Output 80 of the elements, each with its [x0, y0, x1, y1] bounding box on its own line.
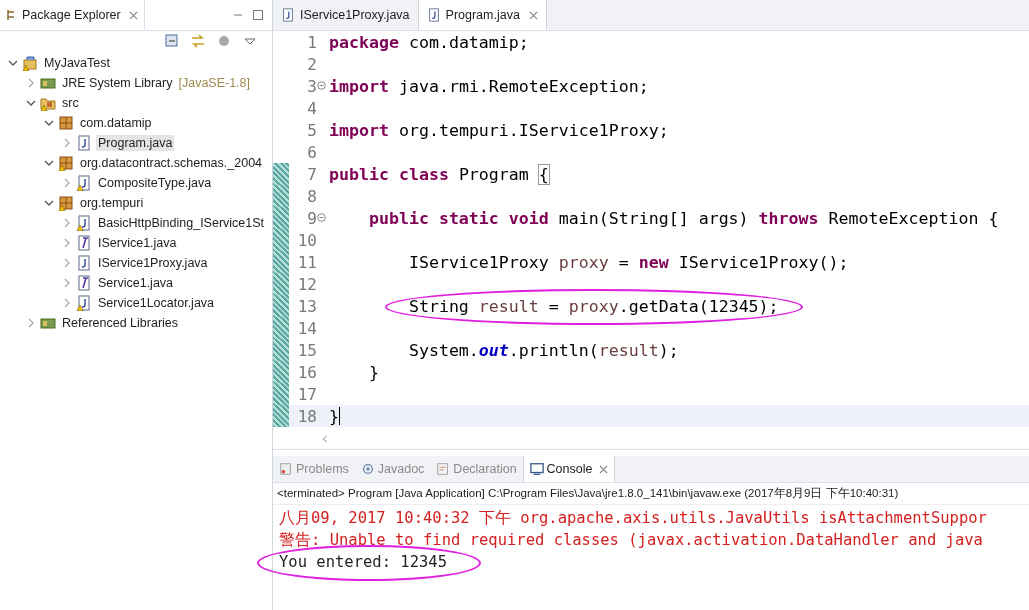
console-icon	[529, 462, 544, 476]
line-number: 5	[306, 120, 317, 140]
chevron-right-icon[interactable]	[26, 78, 36, 88]
line-number: 8	[306, 186, 317, 206]
chevron-down-icon[interactable]	[44, 198, 54, 208]
close-icon[interactable]	[528, 10, 538, 20]
code-line: public static void main(String[] args) throws RemoteException {	[367, 208, 999, 228]
chevron-right-icon[interactable]	[62, 258, 72, 268]
code-line: package com.datamip;	[329, 32, 529, 52]
line-number: 3	[306, 76, 317, 96]
editor-tab[interactable]: IService1Proxy.java	[273, 0, 418, 30]
tree-item[interactable]: Service1.java	[96, 275, 176, 291]
line-number: 18	[296, 406, 317, 426]
chevron-down-icon[interactable]	[44, 158, 54, 168]
console-line: 八月09, 2017 10:40:32 下午 org.apache.axis.utils.JavaUtils isAttachmentSuppor	[279, 509, 987, 527]
line-number: 13	[296, 296, 317, 316]
code-line: System.out.println(result);	[407, 340, 679, 360]
panel-title: Package Explorer	[22, 8, 121, 22]
chevron-down-icon[interactable]	[8, 58, 18, 68]
problems-icon	[279, 462, 293, 476]
tree-item[interactable]: Program.java	[96, 135, 175, 151]
class-file-icon	[281, 8, 295, 22]
console-line: 警告: Unable to find required classes (javax.activation.DataHandler and java	[279, 531, 983, 549]
line-number: 2	[306, 54, 317, 74]
tree-item[interactable]: IService1Proxy.java	[96, 255, 210, 271]
fold-icon[interactable]	[317, 212, 326, 222]
line-number: 15	[296, 340, 317, 360]
chevron-right-icon[interactable]	[62, 178, 72, 188]
tree-item[interactable]: CompositeType.java	[96, 175, 214, 191]
chevron-right-icon[interactable]	[26, 318, 36, 328]
panel-tab[interactable]: Console	[522, 456, 616, 482]
chevron-down-icon[interactable]	[26, 98, 36, 108]
chevron-right-icon[interactable]	[62, 218, 72, 228]
line-number: 12	[296, 274, 317, 294]
maximize-icon[interactable]	[252, 9, 264, 21]
tree-item[interactable]: org.tempuri	[78, 195, 146, 211]
library-version: [JavaSE-1.8]	[178, 76, 251, 90]
line-number: 17	[296, 384, 317, 404]
code-line: import java.rmi.RemoteException;	[329, 76, 649, 96]
line-number: 1	[306, 32, 317, 52]
tree-item[interactable]: IService1.java	[96, 235, 179, 251]
class-file-icon	[426, 8, 441, 22]
collapse-all-icon[interactable]	[164, 33, 180, 49]
tree-item[interactable]: JRE System Library	[60, 75, 175, 91]
line-number: 10	[296, 230, 317, 250]
line-number: 4	[306, 98, 317, 118]
tree-item[interactable]: Service1Locator.java	[96, 295, 217, 311]
code-line: IService1Proxy proxy = new IService1Proxy();	[407, 252, 849, 272]
line-number: 6	[306, 142, 317, 162]
console-status: <terminated> Program [Java Application] C:\Program Files\Java\jre1.8.0_141\bin\javaw.exe (2017年8月9日 下午10:40:31)	[273, 483, 1029, 505]
chevron-down-icon[interactable]	[44, 118, 54, 128]
at-icon	[360, 462, 375, 476]
link-arrows-icon[interactable]	[190, 33, 206, 49]
declaration-icon	[436, 462, 451, 476]
code-line: }	[329, 406, 339, 426]
fold-icon[interactable]	[317, 80, 326, 90]
tree-item[interactable]: org.datacontract.schemas._2004	[78, 155, 265, 171]
code-line: public class Program {	[329, 164, 549, 184]
chevron-right-icon[interactable]	[62, 298, 72, 308]
scroll-left-icon[interactable]	[321, 435, 329, 443]
close-icon[interactable]	[599, 464, 609, 474]
code-line: }	[367, 362, 379, 382]
tree-item[interactable]: Referenced Libraries	[60, 315, 181, 331]
line-number: 7	[306, 164, 317, 184]
console-line: You entered: 12345	[279, 553, 447, 571]
close-icon[interactable]	[128, 10, 138, 20]
line-number: 14	[296, 318, 317, 338]
code-line: String result = proxy.getData(12345);	[407, 296, 779, 316]
chevron-right-icon[interactable]	[62, 138, 72, 148]
tree-item[interactable]: src	[60, 95, 81, 111]
line-number: 9	[306, 208, 317, 228]
editor-tab[interactable]: Program.java	[417, 0, 547, 30]
line-number: 16	[296, 362, 317, 382]
tree-item[interactable]: BasicHttpBinding_IService1St	[96, 215, 267, 231]
line-number: 11	[296, 252, 317, 272]
tree-item[interactable]: MyJavaTest	[42, 55, 112, 71]
chevron-right-icon[interactable]	[62, 238, 72, 248]
chevron-right-icon[interactable]	[62, 278, 72, 288]
code-line: import org.tempuri.IService1Proxy;	[329, 120, 669, 140]
tree-item[interactable]: com.datamip	[78, 115, 154, 131]
